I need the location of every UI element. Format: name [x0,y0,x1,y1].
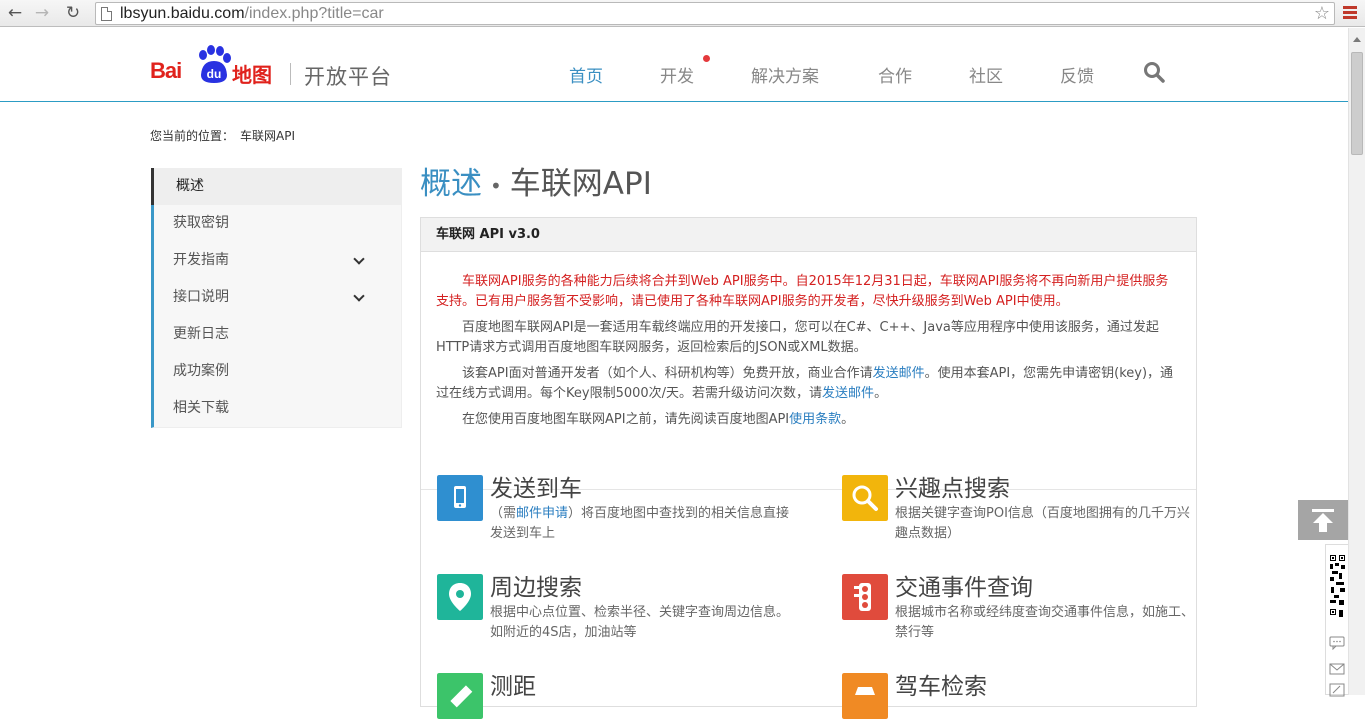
p2-text-a: 该套API面对普通开发者（如个人、科研机构等）免费开放，商业合作请 [462,366,873,381]
site-header: Bai du 地图 开放平台 首页 开发 解决方案 合作 社区 反馈 [0,28,1348,102]
sidebar-item-label: 接口说明 [173,289,229,305]
intro-paragraph-1: 百度地图车联网API是一套适用车载终端应用的开发接口，您可以在C#、C++、Ja… [436,320,1159,355]
sidebar-item-label: 相关下载 [173,400,229,416]
forward-button[interactable]: → [31,3,53,23]
breadcrumb-current[interactable]: 车联网API [240,129,295,143]
terms-of-use-link[interactable]: 使用条款 [789,412,841,427]
breadcrumb: 您当前的位置： 车联网API [150,127,295,144]
feature-desc: 根据中心点位置、检索半径、关键字查询周边信息。如附近的4S店，加油站等 [490,605,790,640]
feature-desc: （需邮件申请）将百度地图中查找到的相关信息直接发送到车上 [490,504,790,544]
sidebar-item-dev-guide[interactable]: 开发指南 [154,242,401,279]
send-email-link[interactable]: 发送邮件 [873,366,925,381]
chat-icon[interactable] [1329,636,1345,650]
back-button[interactable]: ← [4,3,26,23]
nav-home[interactable]: 首页 [569,62,603,87]
content-panel: 车联网 API v3.0 车联网API服务的各种能力后续将合并到Web API服… [420,217,1197,719]
sidebar-item-label: 成功案例 [173,363,229,379]
sidebar-item-overview[interactable]: 概述 [151,168,401,205]
location-pin-icon [437,574,483,620]
logo-du-text: du [207,67,222,81]
baidu-paw-icon: du [199,45,231,83]
back-to-top-button[interactable] [1298,500,1348,540]
p2-text-c: 。 [874,386,888,401]
intro-paragraph-2: 该套API面对普通开发者（如个人、科研机构等）免费开放，商业合作请发送邮件。使用… [436,364,1178,404]
chevron-down-icon[interactable] [353,253,365,265]
phone-icon [437,475,483,521]
page-title: 概述 • 车联网API [420,158,652,203]
notification-dot [703,55,710,62]
url-path: /index.php?title=car [244,5,384,22]
feature-desc: 根据城市名称或经纬度查询交通事件信息，如施工、禁行等 [895,605,1195,640]
nav-cooperation[interactable]: 合作 [878,62,912,87]
feature-desc-a: （需 [490,506,517,521]
title-separator: • [490,173,502,198]
sidebar-item-get-key[interactable]: 获取密钥 [154,205,401,242]
sidebar-item-changelog[interactable]: 更新日志 [154,316,401,353]
traffic-light-icon [842,574,888,620]
magnifier-icon [842,475,888,521]
feature-title[interactable]: 驾车检索 [895,667,987,701]
feature-title[interactable]: 交通事件查询 [895,568,1033,602]
url-host: lbsyun.baidu.com [120,5,245,22]
feature-title[interactable]: 周边搜索 [490,568,582,602]
browser-toolbar: ← → ↻ lbsyun.baidu.com/index.php?title=c… [0,0,1365,27]
breadcrumb-label: 您当前的位置： [150,129,235,143]
scroll-up-arrow-icon[interactable] [1353,37,1361,42]
browser-menu-icon[interactable] [1343,6,1357,20]
mail-apply-link[interactable]: 邮件申请 [516,506,568,521]
logo-map-text: 地图 [232,63,272,87]
scroll-thumb[interactable] [1351,52,1363,155]
chevron-down-icon[interactable] [353,290,365,302]
intro-paragraph-3: 在您使用百度地图车联网API之前，请先阅读百度地图API使用条款。 [436,410,1178,430]
panel-heading: 车联网 API v3.0 [421,218,1196,252]
url-text[interactable]: lbsyun.baidu.com/index.php?title=car [120,4,384,24]
address-bar[interactable]: lbsyun.baidu.com/index.php?title=car ☆ [95,2,1335,25]
feature-desc: 根据关键字查询POI信息（百度地图拥有的几千万兴趣点数据） [895,506,1190,541]
logo-divider [290,63,291,85]
search-icon[interactable] [1143,61,1165,83]
p3-text-c: 。 [841,412,855,427]
deprecation-notice: 车联网API服务的各种能力后续将合并到Web API服务中。自2015年12月3… [436,274,1169,309]
scrollbar[interactable] [1348,28,1365,695]
logo-subtitle: 开放平台 [304,65,392,89]
title-page: 车联网API [509,166,652,202]
baidu-map-logo[interactable]: Bai du 地图 [150,45,280,87]
nav-develop[interactable]: 开发 [660,62,694,87]
sidebar-item-label: 概述 [176,178,204,194]
feature-title[interactable]: 发送到车 [490,469,582,503]
send-email-link-upgrade[interactable]: 发送邮件 [822,386,874,401]
logo-bai-text: Bai [150,58,182,83]
sidebar: 概述 获取密钥 开发指南 接口说明 更新日志 成功案例 相关下载 [151,168,402,428]
sidebar-item-label: 更新日志 [173,326,229,342]
qr-code-icon[interactable] [1328,549,1347,627]
ruler-icon [437,673,483,719]
mail-icon[interactable] [1329,662,1345,676]
sidebar-item-downloads[interactable]: 相关下载 [154,390,401,427]
feature-title[interactable]: 兴趣点搜索 [895,469,1010,503]
car-icon [842,673,888,719]
reload-button[interactable]: ↻ [62,3,84,23]
sidebar-item-cases[interactable]: 成功案例 [154,353,401,390]
feature-title[interactable]: 测距 [490,667,536,701]
nav-feedback[interactable]: 反馈 [1060,62,1094,87]
p3-text-a: 在您使用百度地图车联网API之前，请先阅读百度地图API [462,412,790,427]
sidebar-item-label: 获取密钥 [173,215,229,231]
title-section: 概述 [420,166,482,202]
sidebar-item-label: 开发指南 [173,252,229,268]
nav-solutions[interactable]: 解决方案 [751,62,819,87]
floating-toolbar [1325,544,1348,697]
page-icon [101,7,112,21]
intro-section: 车联网API服务的各种能力后续将合并到Web API服务中。自2015年12月3… [421,252,1196,490]
sidebar-item-api-reference[interactable]: 接口说明 [154,279,401,316]
arrow-up-icon [1312,509,1334,532]
nav-community[interactable]: 社区 [969,62,1003,87]
bookmark-star-icon[interactable]: ☆ [1314,4,1330,24]
